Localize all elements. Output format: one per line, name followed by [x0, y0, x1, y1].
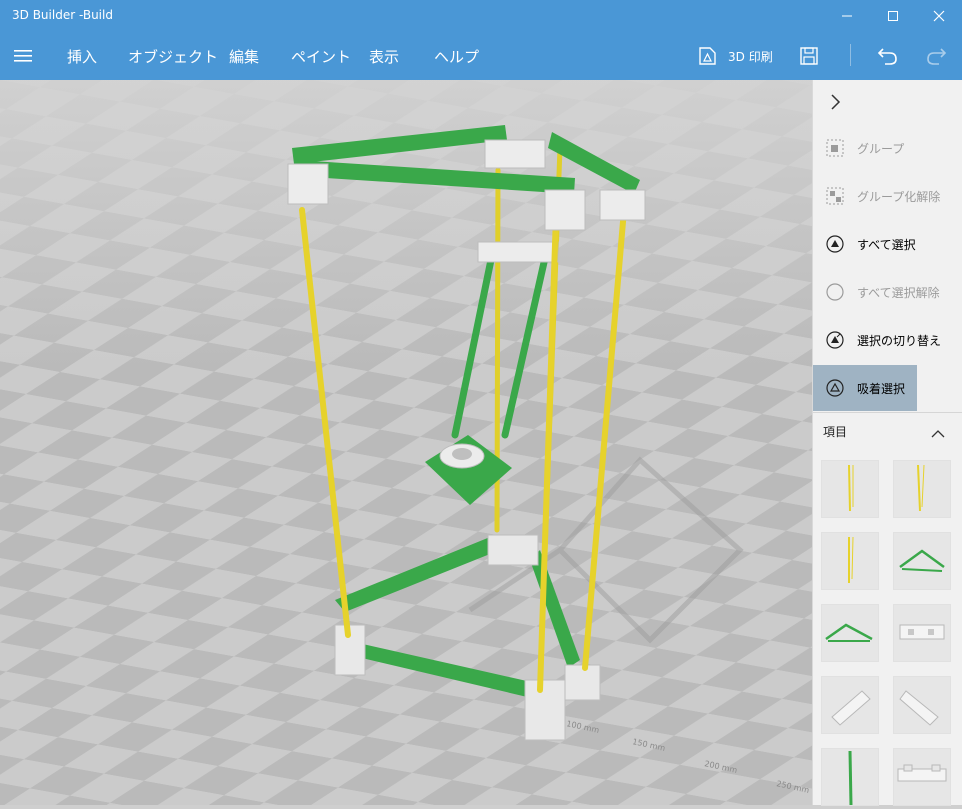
undo-button[interactable] — [876, 42, 900, 70]
item-thumbnail[interactable] — [821, 532, 879, 590]
menu-edit[interactable]: 編集 — [229, 46, 259, 67]
items-header: 項目 — [823, 425, 848, 439]
collapse-items-button[interactable] — [931, 424, 945, 443]
toggle-selection-icon — [825, 330, 845, 350]
item-thumbnail[interactable] — [893, 460, 951, 518]
maximize-icon — [888, 11, 898, 21]
item-thumbnail[interactable] — [821, 676, 879, 734]
save-icon — [800, 47, 818, 65]
select-all-label: すべて選択 — [857, 237, 916, 252]
toolbar-divider — [850, 44, 851, 66]
scene-canvas[interactable]: 100 mm 150 mm 200 mm 250 mm — [0, 80, 812, 805]
select-all-button[interactable]: すべて選択 — [813, 221, 962, 267]
print-3d-button[interactable]: 3D 印刷 — [696, 42, 773, 70]
ungroup-button[interactable]: グループ化解除 — [813, 173, 962, 219]
chevron-up-icon — [931, 430, 945, 438]
snap-select-label: 吸着選択 — [857, 381, 906, 396]
carriage — [477, 241, 559, 263]
menu-paint[interactable]: ペイント — [291, 46, 351, 67]
item-thumbnail[interactable] — [893, 532, 951, 590]
undo-icon — [877, 48, 897, 65]
item-thumbnail[interactable] — [821, 604, 879, 662]
hamburger-menu-button[interactable] — [14, 48, 32, 67]
minimize-icon — [842, 15, 852, 17]
snap-select-button[interactable]: 吸着選択 — [813, 365, 917, 411]
deselect-all-icon — [825, 282, 845, 302]
menu-insert[interactable]: 挿入 — [67, 46, 97, 67]
toggle-selection-label: 選択の切り替え — [857, 333, 942, 348]
panel-divider — [813, 412, 962, 413]
select-all-icon — [825, 234, 845, 254]
maximize-button[interactable] — [870, 0, 916, 32]
menu-view[interactable]: 表示 — [369, 46, 399, 67]
snap-select-icon — [825, 378, 845, 398]
save-button[interactable] — [798, 42, 820, 70]
ungroup-icon — [825, 186, 845, 206]
window-title: 3D Builder -Build — [12, 8, 113, 22]
deselect-all-label: すべて選択解除 — [857, 285, 940, 300]
group-button[interactable]: グループ — [813, 125, 962, 171]
item-thumbnail[interactable] — [893, 748, 951, 806]
title-bar: 3D Builder -Build — [0, 0, 962, 32]
minimize-button[interactable] — [824, 0, 870, 32]
collapse-panel-button[interactable] — [829, 94, 843, 114]
close-icon — [933, 10, 945, 22]
menu-help[interactable]: ヘルプ — [434, 46, 479, 67]
horizon-fade — [0, 80, 812, 805]
group-label: グループ — [857, 141, 905, 156]
close-button[interactable] — [916, 0, 962, 32]
item-thumbnail[interactable] — [893, 604, 951, 662]
item-thumbnail[interactable] — [893, 676, 951, 734]
menu-object[interactable]: オブジェクト — [128, 46, 218, 67]
toggle-selection-button[interactable]: 選択の切り替え — [813, 317, 962, 363]
print-3d-icon — [699, 47, 716, 65]
print-3d-label: 3D 印刷 — [728, 49, 773, 64]
group-icon — [825, 138, 845, 158]
item-thumbnail[interactable] — [821, 748, 879, 806]
item-thumbnail[interactable] — [821, 460, 879, 518]
3d-viewport[interactable]: 100 mm 150 mm 200 mm 250 mm — [0, 80, 812, 805]
redo-button[interactable] — [924, 42, 948, 70]
ungroup-label: グループ化解除 — [857, 189, 941, 204]
chevron-right-icon — [831, 94, 841, 110]
hamburger-icon — [14, 50, 32, 62]
selection-panel: グループ グループ化解除 すべて選択 すべて選択解除 選択の切り替え 吸着選択 … — [812, 80, 962, 806]
menu-bar: 挿入 オブジェクト 編集 ペイント 表示 ヘルプ 3D 印刷 — [0, 32, 962, 80]
redo-icon — [927, 48, 947, 65]
deselect-all-button[interactable]: すべて選択解除 — [813, 269, 962, 315]
